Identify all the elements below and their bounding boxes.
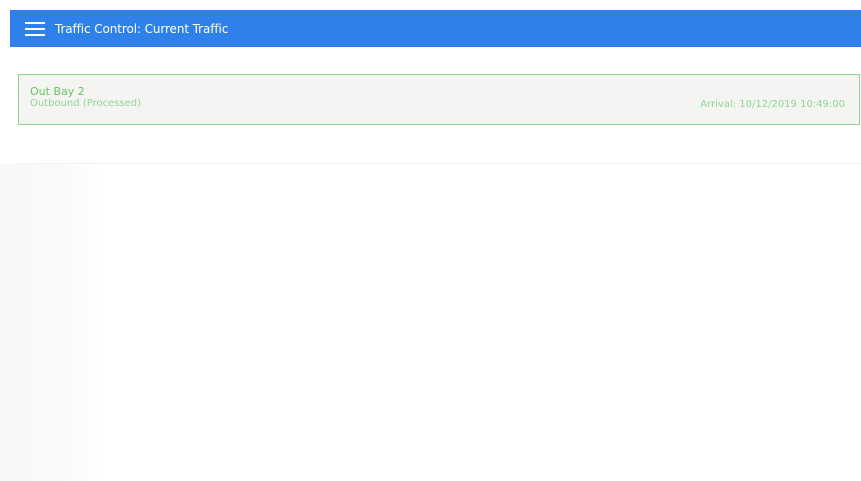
page-title: Traffic Control: Current Traffic — [55, 21, 229, 36]
app-bar: Traffic Control: Current Traffic — [10, 10, 861, 47]
left-panel-shade — [0, 164, 100, 481]
traffic-title: Out Bay 2 — [30, 85, 85, 98]
traffic-card[interactable]: Out Bay 2 Outbound (Processed) Arrival: … — [18, 74, 860, 125]
traffic-status: Outbound (Processed) — [30, 98, 142, 109]
menu-button[interactable] — [25, 20, 47, 38]
traffic-arrival: Arrival: 10/12/2019 10:49:00 — [700, 99, 845, 110]
menu-icon — [25, 21, 45, 36]
header-spacer — [10, 47, 861, 67]
content-divider — [18, 163, 861, 164]
